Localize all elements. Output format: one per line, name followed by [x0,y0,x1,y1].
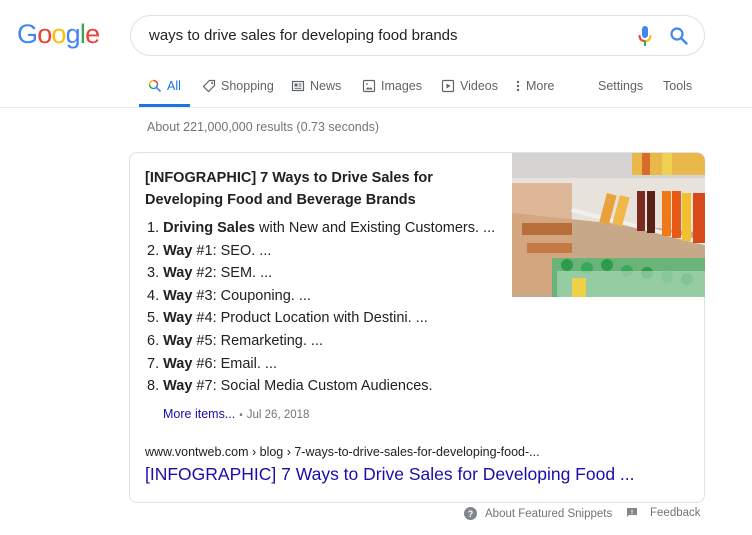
list-item: 5. Way #4: Product Location with Destini… [147,307,495,330]
search-box[interactable]: ways to drive sales for developing food … [130,15,705,56]
snippet-image[interactable] [512,153,705,297]
item-text: #4: Product Location with Destini. ... [192,310,428,327]
item-bold: Way [163,332,193,349]
supermarket-shelf-image [512,153,705,297]
play-icon [441,79,455,93]
feedback-icon [627,508,637,517]
list-item: 2. Way #1: SEO. ... [147,240,495,263]
logo-letter: o [37,19,52,49]
logo-letter: g [65,19,81,49]
tab-more[interactable]: More [515,79,554,93]
microphone-icon[interactable] [637,25,653,47]
item-bold: Driving Sales [163,220,255,236]
about-label: About Featured Snippets [485,507,613,520]
search-icon[interactable] [669,26,689,46]
item-bold: Way [163,242,193,259]
separator-dot: • [239,410,243,421]
tab-label: All [167,79,181,93]
list-item: 1. Driving Sales with New and Existing C… [147,217,495,240]
tab-label: Images [381,79,422,93]
tab-images[interactable]: Images [362,79,422,93]
tab-all[interactable]: All [148,79,181,93]
item-bold: Way [163,287,193,304]
search-input[interactable]: ways to drive sales for developing food … [149,27,458,44]
item-number: 6. [147,332,160,349]
item-text: #1: SEO. ... [192,242,272,259]
active-tab-indicator [139,104,190,107]
tools-link[interactable]: Tools [663,79,692,93]
feedback-link[interactable]: Feedback [626,507,701,519]
result-title-link[interactable]: [INFOGRAPHIC] 7 Ways to Drive Sales for … [145,464,635,485]
tools-label: Tools [663,79,693,93]
tab-shopping[interactable]: Shopping [202,79,274,93]
list-item: 3. Way #2: SEM. ... [147,262,495,285]
snippet-list: 1. Driving Sales with New and Existing C… [147,217,495,398]
more-items-link[interactable]: More items... [163,407,235,421]
item-number: 4. [147,287,160,304]
item-bold: Way [163,355,193,372]
featured-snippet: [INFOGRAPHIC] 7 Ways to Drive Sales for … [129,152,705,503]
more-vert-icon [516,80,520,92]
item-bold: Way [163,378,193,395]
help-icon: ? [464,507,477,520]
google-logo[interactable]: Google [17,19,100,50]
item-text: #2: SEM. ... [192,265,273,282]
image-icon [362,79,376,93]
feedback-label: Feedback [650,507,701,519]
result-url-breadcrumb: www.vontweb.com › blog › 7-ways-to-drive… [145,445,540,459]
logo-letter: e [85,19,100,49]
more-items-row: More items... • Jul 26, 2018 [163,407,309,421]
item-number: 7. [147,355,160,372]
tab-label: Shopping [221,79,274,93]
item-text: #7: Social Media Custom Audiences. [192,378,433,395]
list-item: 6. Way #5: Remarketing. ... [147,330,495,353]
list-item: 8. Way #7: Social Media Custom Audiences… [147,375,495,398]
item-bold: Way [163,310,193,327]
tag-icon [202,79,216,93]
item-number: 2. [147,242,160,259]
item-text: #5: Remarketing. ... [192,332,323,349]
tab-label: News [310,79,342,93]
svg-text:?: ? [468,509,474,519]
list-item: 7. Way #6: Email. ... [147,353,495,376]
about-featured-snippets[interactable]: ? About Featured Snippets [464,507,612,520]
item-number: 3. [147,265,160,282]
settings-link[interactable]: Settings [598,79,643,93]
logo-letter: G [17,19,38,49]
item-number: 1. [147,220,160,236]
item-number: 8. [147,378,160,395]
search-tabs: All Shopping News Images Videos More Set… [0,70,752,108]
tab-videos[interactable]: Videos [441,79,498,93]
snippet-date: Jul 26, 2018 [246,409,310,421]
item-text: with New and Existing Customers. ... [255,220,496,236]
tab-news[interactable]: News [291,79,341,93]
item-bold: Way [163,265,193,282]
list-item: 4. Way #3: Couponing. ... [147,285,495,308]
settings-label: Settings [598,79,644,93]
tab-label: Videos [460,79,498,93]
item-text: #6: Email. ... [192,355,278,372]
result-stats: About 221,000,000 results (0.73 seconds) [147,120,380,134]
search-icon [148,79,162,93]
logo-letter: o [51,19,66,49]
item-number: 5. [147,310,160,327]
snippet-title: [INFOGRAPHIC] 7 Ways to Drive Sales for … [145,170,433,208]
tab-label: More [526,79,555,93]
item-text: #3: Couponing. ... [192,287,311,304]
newspaper-icon [291,80,305,92]
